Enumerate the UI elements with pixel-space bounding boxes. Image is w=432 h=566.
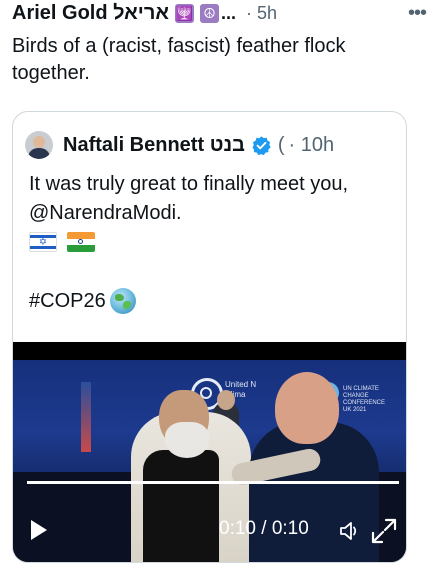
banner-text: UN CLIMATE CHANGE CONFERENCE UK 2021 <box>343 386 386 413</box>
progress-fill <box>27 481 399 484</box>
video-player[interactable]: United N Clima UN CLIMATE CHANGE CONFERE… <box>13 342 406 562</box>
hashtag-link[interactable]: #COP26 <box>29 290 106 313</box>
avatar-head <box>33 136 45 148</box>
globe-land <box>122 301 131 309</box>
more-options-icon[interactable]: ••• <box>408 2 427 25</box>
avatar[interactable] <box>25 131 53 159</box>
hashtag-line: #COP26 <box>29 288 136 314</box>
menorah-emoji-icon: 🕎 <box>175 3 195 23</box>
name-truncation: ( <box>277 133 285 156</box>
fullscreen-icon[interactable] <box>369 516 399 546</box>
flag-stripe <box>67 232 95 239</box>
tweet-text: Birds of a (racist, fascist) feather flo… <box>12 35 346 84</box>
flag-stripe <box>30 246 56 249</box>
india-flag-icon <box>67 232 95 252</box>
name-truncation: ... <box>221 2 237 23</box>
person-left-vest <box>143 450 219 562</box>
play-icon[interactable] <box>31 520 47 540</box>
volume-icon[interactable] <box>338 520 362 542</box>
peace-emoji-icon: ☮ <box>200 3 220 23</box>
tweet-time[interactable]: · 5h <box>246 3 277 24</box>
person-right-head <box>275 372 339 444</box>
avatar-body <box>28 148 50 159</box>
tweet-header: Ariel Gold אריאל 🕎 ☮ ... · 5h <box>12 0 424 26</box>
israel-flag-icon: ✡ <box>29 232 57 252</box>
author-name[interactable]: Ariel Gold אריאל <box>12 2 169 25</box>
quote-text: It was truly great to finally meet you, … <box>29 173 349 224</box>
flag-stripe <box>67 238 95 246</box>
flag-decor <box>81 382 91 452</box>
quote-time[interactable]: · 10h <box>289 134 335 157</box>
video-letterbox <box>13 342 406 360</box>
quoted-tweet-card[interactable]: Naftali Bennett בנט ( · 10h It was truly… <box>12 111 407 563</box>
flag-emojis: ✡ <box>29 232 95 252</box>
quote-author-name[interactable]: Naftali Bennett בנט <box>63 134 245 157</box>
globe-land <box>114 294 124 301</box>
background-person-head <box>217 390 235 410</box>
quote-header: Naftali Bennett בנט ( · 10h <box>25 130 334 160</box>
globe-icon <box>109 288 136 314</box>
flag-stripe <box>67 245 95 252</box>
backdrop-text-line: United N <box>225 380 257 389</box>
time-readout: 0:10 / 0:10 <box>219 518 309 539</box>
verified-badge-icon <box>252 135 271 155</box>
person-left-beard <box>165 422 209 458</box>
